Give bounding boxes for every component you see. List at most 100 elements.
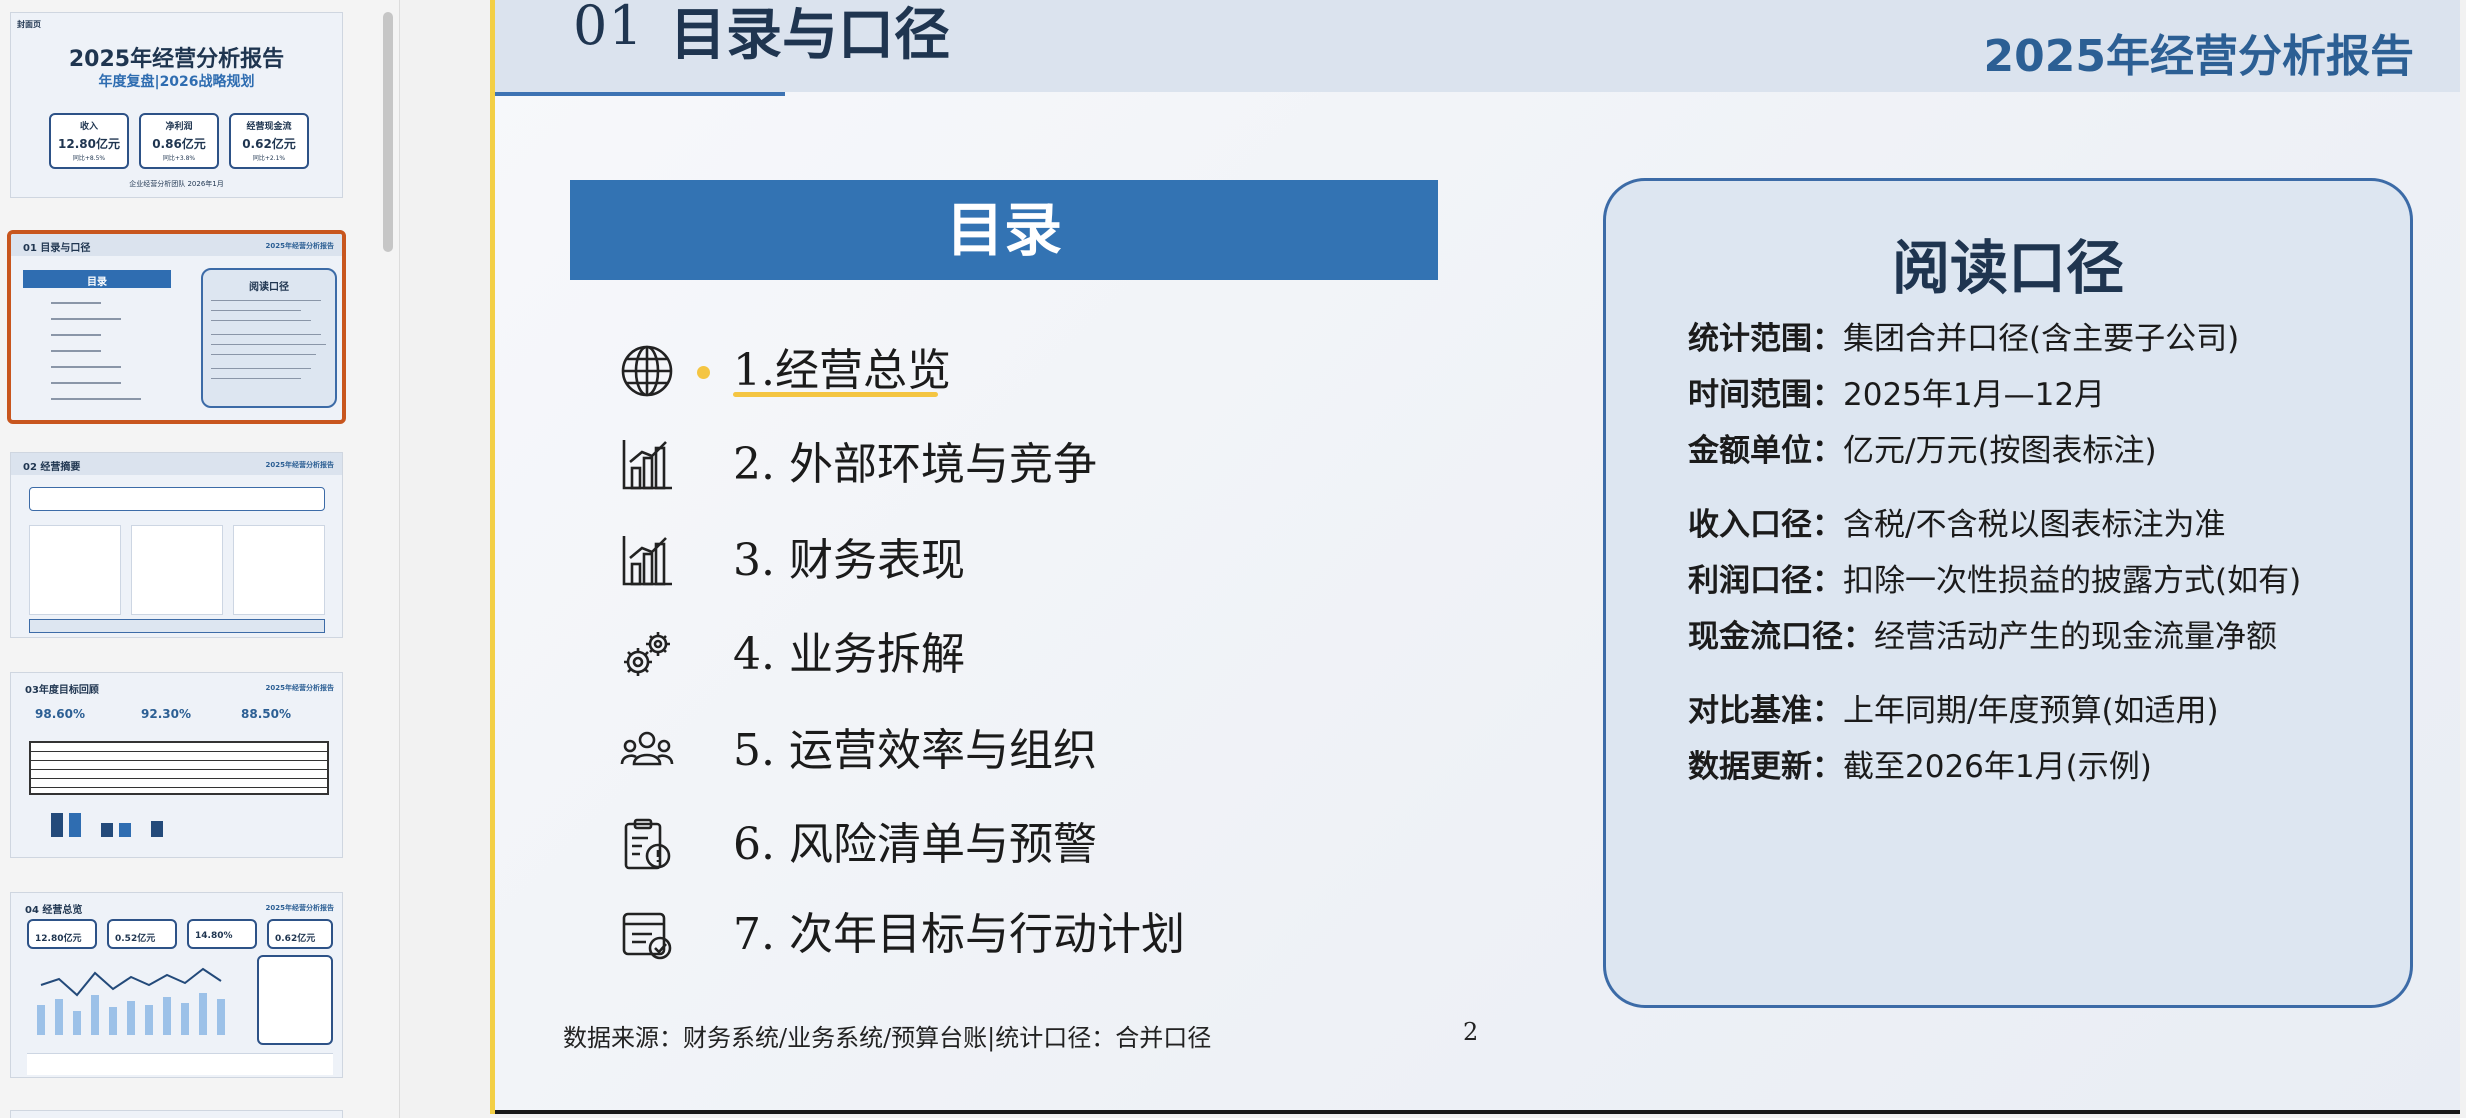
data-source-note: 数据来源：财务系统/业务系统/预算台账|统计口径：合并口径 <box>563 1024 1212 1052</box>
toc-item-label: 2. 外部环境与竞争 <box>733 430 1097 500</box>
slide-thumbnail-5[interactable]: 04 经营总览 2025年经营分析报告 12.80亿元 0.52亿元 14.80… <box>10 892 343 1078</box>
row-key: 对比基准： <box>1688 693 1843 729</box>
reading-row: 利润口径：扣除一次性损益的披露方式(如有) <box>1688 555 2301 600</box>
kpi-value: 0.62亿元 <box>242 137 296 151</box>
reading-row: 金额单位：亿元/万元(按图表标注) <box>1688 425 2157 470</box>
thumb-title: 01 目录与口径 <box>23 243 91 254</box>
reading-row: 对比基准：上年同期/年度预算(如适用) <box>1688 685 2219 730</box>
reading-row: 收入口径：含税/不含税以图表标注为准 <box>1688 499 2225 544</box>
thumbnail-scrollbar[interactable] <box>383 12 393 252</box>
globe-icon <box>621 345 673 397</box>
slide-thumbnail-1[interactable]: 封面页 2025年经营分析报告 年度复盘|2026战略规划 收入 12.80亿元… <box>10 12 343 198</box>
slide-thumbnail-2[interactable]: 01 目录与口径 2025年经营分析报告 目录 阅读口径 <box>7 230 346 424</box>
row-value: 集团合并口径(含主要子公司) <box>1843 321 2240 357</box>
toc-item-text: 业务拆解 <box>788 629 965 680</box>
slide-bottom-edge <box>495 1110 2460 1114</box>
row-key: 金额单位： <box>1688 433 1843 469</box>
toc-item-7[interactable]: 7. 次年目标与行动计划 <box>620 900 1320 970</box>
presentation-app: 封面页 2025年经营分析报告 年度复盘|2026战略规划 收入 12.80亿元… <box>0 0 2466 1118</box>
slide-thumbnail-6[interactable] <box>10 1110 343 1118</box>
toc-item-3[interactable]: 3. 财务表现 <box>620 526 1320 596</box>
toc-item-number: 2. <box>733 439 775 490</box>
toc-item-1[interactable]: 1.经营总览 <box>620 336 1320 406</box>
row-key: 数据更新： <box>1688 749 1843 785</box>
toc-item-text: 次年目标与行动计划 <box>788 909 1185 960</box>
kpi-value: 0.86亿元 <box>152 137 206 151</box>
row-key: 统计范围： <box>1688 321 1843 357</box>
row-value: 含税/不含税以图表标注为准 <box>1843 507 2226 543</box>
toc-item-number: 3. <box>733 535 775 586</box>
thumb-kpi: 14.80% <box>195 931 233 941</box>
thumb-kpi: 0.62亿元 <box>275 934 316 944</box>
thumb-brand: 2025年经营分析报告 <box>265 242 334 250</box>
clipboard-alert-icon <box>624 818 671 870</box>
slide-thumbnail-4[interactable]: 03年度目标回顾 2025年经营分析报告 98.60% 92.30% 88.50… <box>10 672 343 858</box>
toc-item-label: 1.经营总览 <box>733 336 951 406</box>
row-key: 时间范围： <box>1688 377 1843 413</box>
toc-item-label: 6. 风险清单与预警 <box>733 810 1097 880</box>
row-value: 亿元/万元(按图表标注) <box>1843 433 2157 469</box>
reading-row: 现金流口径：经营活动产生的现金流量净额 <box>1688 611 2277 656</box>
reading-row: 数据更新：截至2026年1月(示例) <box>1688 741 2152 786</box>
toc-item-label: 5. 运营效率与组织 <box>733 716 1097 786</box>
toc-item-5[interactable]: 5. 运营效率与组织 <box>620 716 1320 786</box>
thumb-kpi: 92.30% <box>141 707 191 721</box>
checklist-icon <box>622 912 672 960</box>
thumb-kpi-card: 净利润 0.86亿元 同比+3.8% <box>139 113 219 169</box>
kpi-label: 经营现金流 <box>246 122 292 132</box>
row-key: 收入口径： <box>1688 507 1843 543</box>
thumb-title: 03年度目标回顾 <box>25 685 99 696</box>
thumb-kpi: 0.52亿元 <box>115 934 156 944</box>
toc-item-label: 3. 财务表现 <box>733 526 965 596</box>
thumb-brand: 2025年经营分析报告 <box>265 684 334 692</box>
slide-thumbnail-panel: 封面页 2025年经营分析报告 年度复盘|2026战略规划 收入 12.80亿元… <box>0 0 400 1118</box>
slide-heading: 目录与口径 <box>670 3 950 68</box>
toc-banner: 目录 <box>570 180 1438 280</box>
people-icon <box>620 731 674 766</box>
thumb-kpi: 88.50% <box>241 707 291 721</box>
thumb-subtitle: 年度复盘|2026战略规划 <box>98 74 255 90</box>
row-key: 现金流口径： <box>1688 619 1874 655</box>
toc-item-text: 财务表现 <box>788 535 965 586</box>
bar-chart-icon <box>622 536 672 586</box>
thumb-toc-head: 目录 <box>87 277 107 288</box>
kpi-note: 同比+2.1% <box>252 155 286 162</box>
thumb-kpi: 12.80亿元 <box>35 934 82 944</box>
thumb-brand: 2025年经营分析报告 <box>265 461 334 469</box>
toc-item-number: 5. <box>733 725 775 776</box>
thumb-footer: 企业经营分析团队 2026年1月 <box>129 180 224 188</box>
reading-row: 时间范围：2025年1月—12月 <box>1688 369 2105 414</box>
report-title: 2025年经营分析报告 <box>1983 31 2414 82</box>
reading-panel-title: 阅读口径 <box>1891 234 2124 302</box>
slide-canvas[interactable]: 01 目录与口径 2025年经营分析报告 目录 1.经营总览 2. 外部环境与竞… <box>490 0 2460 1114</box>
row-value: 截至2026年1月(示例) <box>1843 749 2152 785</box>
active-bullet <box>697 366 710 379</box>
kpi-label: 收入 <box>79 122 98 132</box>
toc-item-4[interactable]: 4. 业务拆解 <box>620 620 1320 690</box>
bar-chart-icon <box>622 440 672 490</box>
toc-item-text: 外部环境与竞争 <box>788 439 1097 490</box>
toc-item-number: 6. <box>733 819 775 870</box>
thumb-mini-chart <box>37 967 225 1035</box>
toc-item-number: 4. <box>733 629 775 680</box>
toc-item-number: 1. <box>733 345 775 396</box>
kpi-value: 12.80亿元 <box>58 137 120 151</box>
thumb-title: 04 经营总览 <box>25 905 83 916</box>
row-key: 利润口径： <box>1688 563 1843 599</box>
slide-thumbnail-3[interactable]: 02 经营摘要 2025年经营分析报告 <box>10 452 343 638</box>
row-value: 经营活动产生的现金流量净额 <box>1874 619 2277 655</box>
thumb-title: 02 经营摘要 <box>23 462 81 473</box>
toc-item-text: 运营效率与组织 <box>788 725 1097 776</box>
toc-item-2[interactable]: 2. 外部环境与竞争 <box>620 430 1320 500</box>
toc-item-6[interactable]: 6. 风险清单与预警 <box>620 810 1320 880</box>
thumb-panel-head: 阅读口径 <box>249 282 289 293</box>
thumb-brand: 2025年经营分析报告 <box>265 904 334 912</box>
thumb-title: 2025年经营分析报告 <box>68 47 285 72</box>
reading-row: 统计范围：集团合并口径(含主要子公司) <box>1688 313 2239 358</box>
page-number: 2 <box>1463 1018 1479 1046</box>
toc-item-label: 4. 业务拆解 <box>733 620 965 690</box>
row-value: 扣除一次性损益的披露方式(如有) <box>1843 563 2302 599</box>
gears-icon <box>624 632 670 676</box>
row-value: 上年同期/年度预算(如适用) <box>1843 693 2219 729</box>
toc-item-number: 7. <box>733 909 775 960</box>
